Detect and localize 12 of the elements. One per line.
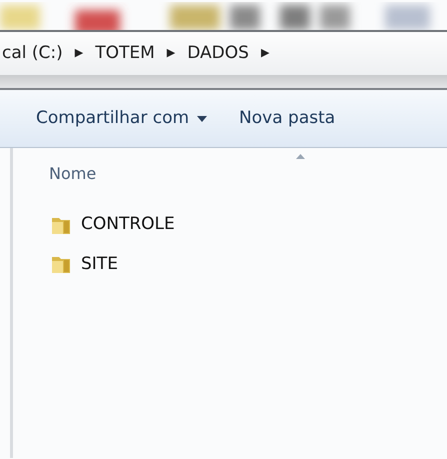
breadcrumb-separator[interactable]: ▶ [166, 45, 176, 62]
folder-icon [51, 254, 71, 274]
breadcrumb-item[interactable]: TOTEM [95, 40, 155, 66]
toolbar-button[interactable]: Nova pasta [237, 102, 338, 136]
breadcrumb-item[interactable]: cal (C:) [2, 40, 63, 66]
toolbar-button[interactable]: Compartilhar com [34, 102, 210, 136]
column-header[interactable]: Nome [49, 162, 96, 186]
breadcrumb-separator[interactable]: ▶ [260, 45, 270, 62]
breadcrumb-item[interactable]: DADOS [187, 40, 249, 66]
file-item[interactable]: SITE [51, 252, 118, 277]
file-item[interactable]: CONTROLE [51, 212, 175, 238]
breadcrumb-separator[interactable]: ▶ [74, 45, 84, 62]
